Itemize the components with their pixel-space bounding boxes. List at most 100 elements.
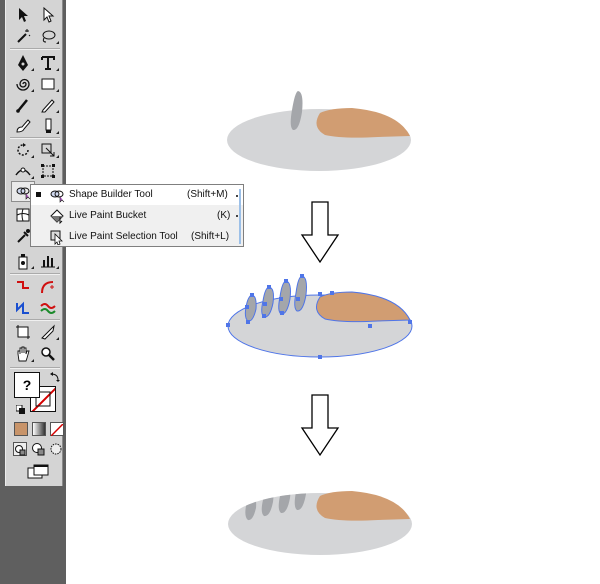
flyout-item-shortcut: (Shift+L) (191, 231, 230, 242)
blob-brush-tool[interactable] (11, 115, 35, 136)
lasso-icon (42, 30, 56, 42)
magic-wand-icon (17, 28, 31, 43)
paintbrush-icon (16, 98, 28, 113)
rotate-icon (17, 142, 29, 156)
submenu-indicator (31, 266, 34, 269)
artboard-icon (16, 324, 30, 339)
magic-wand-tool[interactable] (11, 25, 35, 46)
shoe-stripe (261, 493, 274, 517)
none-button[interactable] (50, 422, 64, 437)
down-arrow-icon (300, 394, 340, 457)
fill-unknown-label: ? (22, 377, 32, 393)
selection-tool[interactable] (11, 4, 35, 25)
shoe-body (228, 493, 412, 555)
live-paint-selection-icon (50, 230, 63, 245)
eraser-tool[interactable] (36, 115, 60, 136)
bloat-icon (40, 302, 56, 314)
tearoff-grip (236, 195, 238, 197)
draw-behind-button[interactable] (31, 442, 45, 456)
draw-inside-button[interactable] (49, 442, 63, 456)
default-fill-stroke-icon[interactable] (15, 402, 26, 414)
tearoff-bar[interactable] (239, 189, 241, 244)
bloat-tool[interactable] (36, 297, 60, 318)
draw-normal-icon (15, 445, 26, 456)
spiral-tool[interactable] (11, 73, 35, 94)
shoe-stripe (278, 493, 291, 514)
flyout-item-live-paint-selection[interactable]: Live Paint Selection Tool (Shift+L) (31, 227, 243, 247)
down-arrow-icon (300, 201, 340, 264)
shoe-stripe (290, 91, 303, 131)
pen-tool[interactable] (11, 52, 35, 73)
tearoff-grip (236, 215, 238, 217)
shoe-stripe (278, 280, 291, 315)
warp-tool[interactable] (11, 276, 35, 297)
pencil-tool[interactable] (36, 94, 60, 115)
hand-tool[interactable] (11, 343, 35, 364)
draw-behind-icon (32, 443, 45, 456)
rotate-tool[interactable] (11, 139, 35, 160)
flyout-item-live-paint-bucket[interactable]: Live Paint Bucket (K) (31, 206, 243, 226)
blob-brush-icon (16, 118, 31, 133)
submenu-indicator (56, 266, 59, 269)
toolbar-divider (10, 48, 60, 50)
screen-mode-icon (27, 464, 49, 479)
submenu-indicator (31, 359, 34, 362)
slice-tool[interactable] (36, 321, 60, 342)
width-tool[interactable] (11, 160, 35, 181)
swap-fill-stroke-icon[interactable] (50, 369, 60, 382)
scale-tool[interactable] (36, 139, 60, 160)
artwork-canvas (226, 91, 413, 555)
pucker-icon (16, 301, 29, 314)
free-transform-tool[interactable] (36, 160, 60, 181)
slice-knife-icon (41, 323, 55, 340)
column-graph-icon (41, 255, 55, 267)
eraser-icon (45, 118, 52, 133)
flyout-item-shortcut: (K) (217, 210, 231, 221)
selection-arrow-icon (19, 7, 28, 22)
free-transform-icon (41, 163, 55, 178)
toe-cap (316, 108, 410, 138)
shoe-selected (226, 274, 413, 359)
shoe-original (227, 91, 411, 171)
zoom-tool[interactable] (36, 343, 60, 364)
color-button[interactable] (14, 422, 28, 436)
direct-selection-icon (43, 6, 55, 23)
fill-swatch[interactable]: ? (14, 372, 40, 398)
type-tool[interactable] (36, 52, 60, 73)
draw-normal-button[interactable] (13, 442, 27, 456)
symbol-sprayer-icon (18, 253, 28, 269)
scale-icon (41, 143, 55, 156)
screen-mode-button[interactable] (26, 464, 50, 480)
gradient-button[interactable] (32, 422, 46, 436)
flyout-item-label: Shape Builder Tool (69, 189, 153, 200)
shoe-stripe (245, 494, 257, 521)
zoom-magnifier-icon (41, 346, 55, 361)
toe-cap (315, 291, 411, 323)
lasso-tool[interactable] (36, 25, 60, 46)
spiral-icon (16, 78, 30, 91)
pucker-tool[interactable] (11, 297, 35, 318)
column-graph-tool[interactable] (36, 250, 60, 271)
twirl-tool[interactable] (36, 276, 60, 297)
shoe-stripe (261, 286, 274, 318)
artboard-tool[interactable] (11, 321, 35, 342)
rectangle-icon (41, 78, 55, 89)
mesh-icon (16, 208, 30, 221)
direct-selection-tool[interactable] (36, 4, 60, 25)
type-t-icon (41, 55, 55, 70)
shape-builder-icon (16, 187, 31, 200)
twirl-icon (41, 280, 54, 293)
pen-nib-icon (18, 54, 28, 71)
flyout-item-shape-builder[interactable]: Shape Builder Tool (Shift+M) (31, 185, 243, 205)
flyout-item-label: Live Paint Selection Tool (69, 231, 178, 242)
shoe-stripe (294, 275, 307, 312)
submenu-indicator (31, 155, 34, 158)
rectangle-tool[interactable] (36, 73, 60, 94)
paintbrush-tool[interactable] (11, 94, 35, 115)
pencil-icon (41, 98, 55, 112)
symbol-sprayer-tool[interactable] (11, 250, 35, 271)
selected-bullet (36, 192, 41, 197)
shoe-stripe (244, 294, 257, 322)
submenu-indicator (56, 41, 59, 44)
shape-builder-icon (50, 190, 65, 203)
